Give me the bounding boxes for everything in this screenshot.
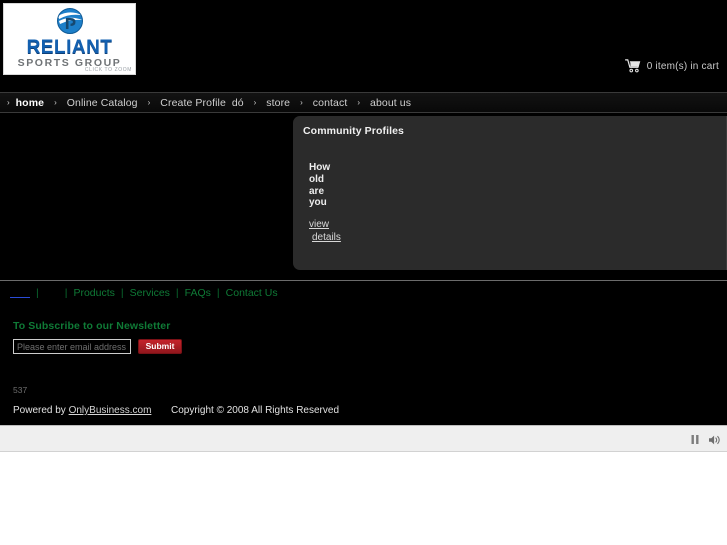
logo-wordmark: RELIANT	[26, 37, 113, 58]
globe-swoosh-icon	[55, 7, 85, 37]
powered-by-prefix: Powered by	[13, 405, 69, 416]
view-details-link-line[interactable]: view	[309, 218, 341, 231]
footer-link-contact-us[interactable]: Contact Us	[226, 287, 278, 299]
question-line: old	[309, 173, 324, 185]
nav-item-home[interactable]: home	[16, 97, 44, 109]
chevron-right-icon: ›	[147, 98, 151, 107]
footer-divider	[0, 280, 727, 281]
media-player-controls	[690, 426, 721, 453]
cart-widget[interactable]: 0 item(s) in cart	[624, 59, 719, 73]
powered-by-text: Powered by OnlyBusiness.com	[13, 405, 151, 416]
cart-item-count-label: 0 item(s) in cart	[646, 60, 719, 72]
page-blank-area	[0, 452, 727, 545]
newsletter-heading: To Subscribe to our Newsletter	[13, 320, 171, 332]
question-line: you	[309, 197, 327, 209]
footer-link-bar: | | Products | Services | FAQs | Contact…	[10, 287, 278, 299]
content-body: Community Profiles How old are you view …	[0, 114, 727, 280]
logo-zoom-hint: CLICK TO ZOOM	[84, 67, 132, 73]
nav-item-store[interactable]: store	[266, 97, 290, 109]
question-line: are	[309, 185, 325, 197]
main-navigation: › home › Online Catalog › Create Profile…	[0, 92, 727, 113]
site-container: RELIANT SPORTS GROUP CLICK TO ZOOM 0 ite…	[0, 0, 727, 425]
logo-inner: RELIANT SPORTS GROUP CLICK TO ZOOM	[4, 4, 135, 74]
nav-item-about-us[interactable]: about us	[370, 97, 411, 109]
footer-separator: |	[120, 287, 124, 299]
footer-separator: |	[64, 287, 68, 299]
view-details-link-line[interactable]: details	[312, 231, 341, 244]
onlybusiness-link[interactable]: OnlyBusiness.com	[69, 405, 152, 416]
community-profiles-panel: Community Profiles How old are you view …	[293, 116, 727, 270]
footer-separator: |	[36, 287, 39, 299]
footer-link-faqs[interactable]: FAQs	[185, 287, 211, 299]
newsletter-email-input[interactable]	[13, 339, 131, 354]
speaker-volume-icon[interactable]	[708, 434, 721, 446]
view-details-link[interactable]: view details	[309, 218, 341, 244]
footer-link-services[interactable]: Services	[130, 287, 170, 299]
site-header: RELIANT SPORTS GROUP CLICK TO ZOOM 0 ite…	[0, 0, 727, 92]
nav-item-do[interactable]: dó	[232, 97, 244, 109]
profile-question-block: How old are you	[309, 162, 429, 209]
chevron-right-icon: ›	[253, 98, 257, 107]
newsletter-submit-button[interactable]: Submit	[138, 339, 182, 354]
nav-item-contact[interactable]: contact	[313, 97, 348, 109]
nav-item-online-catalog[interactable]: Online Catalog	[67, 97, 138, 109]
shopping-cart-icon	[624, 59, 641, 73]
footer-separator: |	[216, 287, 220, 299]
pause-icon[interactable]	[690, 434, 700, 445]
footer-link-blank[interactable]	[10, 289, 30, 298]
media-player-bar	[0, 425, 727, 452]
question-line: How	[309, 162, 331, 173]
chevron-right-icon: ›	[7, 97, 10, 107]
chevron-right-icon: ›	[357, 98, 361, 107]
nav-item-create-profile[interactable]: Create Profile	[160, 97, 226, 109]
footer-link-products[interactable]: Products	[73, 287, 114, 299]
chevron-right-icon: ›	[54, 98, 57, 107]
page-root: RELIANT SPORTS GROUP CLICK TO ZOOM 0 ite…	[0, 0, 727, 545]
site-logo[interactable]: RELIANT SPORTS GROUP CLICK TO ZOOM	[3, 3, 136, 75]
copyright-text: Copyright © 2008 All Rights Reserved	[171, 405, 340, 416]
panel-title: Community Profiles	[303, 125, 404, 137]
visitor-counter: 537	[13, 385, 28, 395]
newsletter-form: Submit	[13, 339, 182, 354]
footer-separator: |	[175, 287, 179, 299]
chevron-right-icon: ›	[300, 98, 303, 107]
